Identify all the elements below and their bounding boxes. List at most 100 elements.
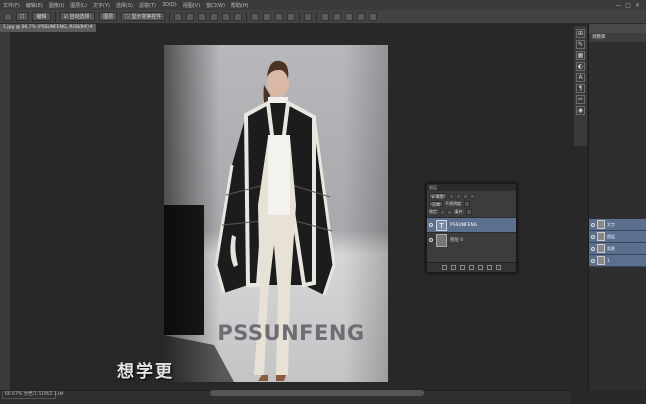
menu-item-view[interactable]: 视图(V) xyxy=(180,2,203,9)
auto-align-icon[interactable] xyxy=(304,12,313,21)
menu-item-filter[interactable]: 滤镜(T) xyxy=(136,2,159,9)
layers-panel-title[interactable]: 图层 xyxy=(427,184,516,191)
layers-filter-row: ρ 类型 xyxy=(429,193,514,199)
filter-type-icon[interactable] xyxy=(462,193,468,199)
layer-kind-filter[interactable]: ρ 类型 xyxy=(429,193,447,199)
close-button[interactable]: ✕ xyxy=(635,2,640,9)
auto-select-checkbox[interactable]: ☑ 自动选择: xyxy=(59,12,96,21)
group-folder-icon[interactable] xyxy=(478,265,483,270)
right-panel-header[interactable] xyxy=(589,24,646,33)
filter-pixel-icon[interactable] xyxy=(448,193,454,199)
history-icon[interactable]: ⊞ xyxy=(576,29,585,38)
align-middle-icon[interactable] xyxy=(186,12,195,21)
watermark-text: PSSUNFENG xyxy=(217,321,365,345)
side-layer-label: 背景 xyxy=(607,245,615,251)
menu-item-layer[interactable]: 图层(L) xyxy=(67,2,90,9)
align-top-icon[interactable] xyxy=(174,12,183,21)
maximize-button[interactable]: □ xyxy=(625,2,631,9)
right-panel-dock: 调整库 文字 图层 背景 1 xyxy=(588,24,646,390)
tool-icon[interactable]: ✂ xyxy=(576,95,585,104)
document-image: PSSUNFENG xyxy=(164,45,388,382)
adjustment-layer-icon[interactable] xyxy=(469,265,474,270)
layer-thumbnail xyxy=(597,220,605,229)
3d-mode-icon[interactable] xyxy=(357,12,366,21)
lock-pixels-icon[interactable] xyxy=(440,209,446,215)
align-left-icon[interactable] xyxy=(210,12,219,21)
fill-field[interactable] xyxy=(465,209,472,215)
menu-item-type[interactable]: 文字(Y) xyxy=(90,2,113,9)
menu-item-file[interactable]: 文件(F) xyxy=(0,2,23,9)
fx-icon[interactable] xyxy=(451,265,456,270)
eye-icon[interactable] xyxy=(429,238,433,242)
document-tab[interactable]: 1.jpg @ 66.7% (PSSUNFENG, RGB/8#) * × xyxy=(0,24,96,32)
align-bottom-icon[interactable] xyxy=(198,12,207,21)
align-center-icon[interactable] xyxy=(222,12,231,21)
side-layers-list: 文字 图层 背景 1 xyxy=(589,213,646,267)
eye-icon[interactable] xyxy=(429,223,433,227)
layer-row-photo[interactable]: 图层 0 xyxy=(427,232,516,247)
side-layer-row[interactable]: 图层 xyxy=(589,231,646,243)
distribute-icon[interactable] xyxy=(251,12,260,21)
3d-mode-icon[interactable] xyxy=(321,12,330,21)
layers-panel-footer xyxy=(427,262,516,272)
eye-icon[interactable] xyxy=(591,234,595,239)
eye-icon[interactable] xyxy=(591,258,595,263)
options-bar: ☐ 编辑 ☑ 自动选择: 图层 ☐ 显示变换控件 xyxy=(0,10,646,24)
side-layer-row[interactable]: 文字 xyxy=(589,219,646,231)
text-icon[interactable]: A xyxy=(576,73,585,82)
layers-panel: 图层 ρ 类型 正常 不透明度: 锁定: 填充: T PSSUNFENG 图层 … xyxy=(426,183,517,273)
layer-thumbnail xyxy=(436,233,447,247)
menu-item-help[interactable]: 帮助(H) xyxy=(228,2,252,9)
new-layer-icon[interactable] xyxy=(487,265,492,270)
minimize-button[interactable]: — xyxy=(615,2,621,9)
trash-icon[interactable] xyxy=(496,265,501,270)
3d-mode-icon[interactable] xyxy=(333,12,342,21)
eye-icon[interactable] xyxy=(591,222,595,227)
menu-item-window[interactable]: 窗口(W) xyxy=(203,2,228,9)
show-transform-checkbox[interactable]: ☐ 显示变换控件 xyxy=(121,12,166,21)
move-tool-icon[interactable] xyxy=(4,12,12,21)
3d-mode-icon[interactable] xyxy=(369,12,378,21)
status-doc-info: 66.67% 文档:1.51M/2.13M xyxy=(2,391,63,399)
paragraph-icon[interactable]: ¶ xyxy=(576,84,585,93)
side-layer-row[interactable]: 背景 xyxy=(589,243,646,255)
mask-icon[interactable] xyxy=(460,265,465,270)
lock-position-icon[interactable] xyxy=(447,209,453,215)
side-layer-row[interactable]: 1 xyxy=(589,255,646,267)
distribute-icon[interactable] xyxy=(287,12,296,21)
tab-libraries[interactable]: 调整库 xyxy=(589,33,646,42)
text-layer-icon: T xyxy=(436,219,447,231)
layer-row-text[interactable]: T PSSUNFENG xyxy=(427,217,516,232)
layer-thumbnail xyxy=(597,232,605,241)
opacity-field[interactable] xyxy=(464,201,471,207)
brush-icon[interactable]: ✎ xyxy=(576,40,585,49)
divider xyxy=(299,11,301,22)
window-controls: — □ ✕ xyxy=(615,2,646,9)
menu-item-edit[interactable]: 编辑(E) xyxy=(23,2,46,9)
filter-shape-icon[interactable] xyxy=(469,193,475,199)
link-layers-icon[interactable] xyxy=(442,265,447,270)
distribute-icon[interactable] xyxy=(263,12,272,21)
swatch-icon[interactable]: ▦ xyxy=(576,51,585,60)
menu-item-image[interactable]: 图像(I) xyxy=(46,2,67,9)
document-close-icon[interactable]: × xyxy=(89,24,93,32)
horizontal-scrollbar[interactable] xyxy=(210,390,424,396)
filter-adjust-icon[interactable] xyxy=(455,193,461,199)
3d-mode-icon[interactable] xyxy=(345,12,354,21)
auto-select-target-dropdown[interactable]: 图层 xyxy=(99,12,118,21)
menu-item-3d[interactable]: 3D(D) xyxy=(159,2,180,8)
mode-select[interactable]: 编辑 xyxy=(32,12,51,21)
menu-item-select[interactable]: 选择(S) xyxy=(113,2,136,9)
fill-label: 填充: xyxy=(454,209,464,214)
eye-icon[interactable] xyxy=(591,246,595,251)
distribute-icon[interactable] xyxy=(275,12,284,21)
tool-preset-picker[interactable]: ☐ xyxy=(16,12,29,21)
blend-mode-select[interactable]: 正常 xyxy=(429,201,443,207)
adjust-icon[interactable]: ◐ xyxy=(576,62,585,71)
divider xyxy=(169,11,171,22)
align-right-icon[interactable] xyxy=(234,12,243,21)
side-layer-label: 图层 xyxy=(607,233,615,239)
layer-name: PSSUNFENG xyxy=(450,222,478,228)
3d-icon[interactable]: ◉ xyxy=(576,106,585,115)
document-tab-label: 1.jpg @ 66.7% (PSSUNFENG, RGB/8#) * xyxy=(3,25,93,30)
